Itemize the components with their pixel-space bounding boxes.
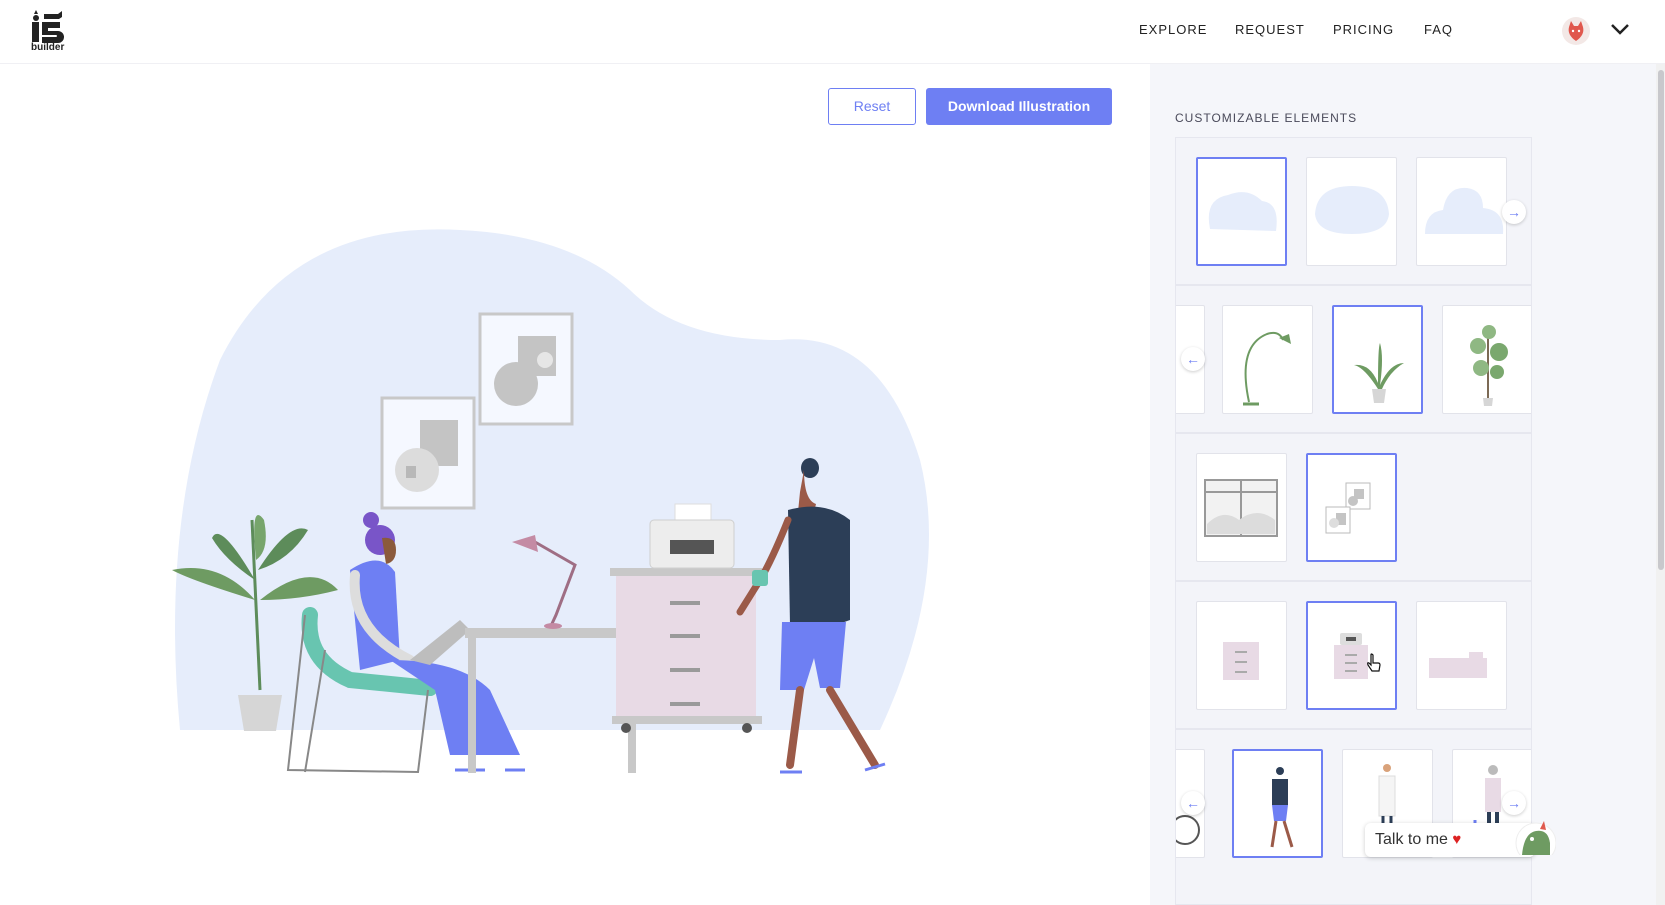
nav-request[interactable]: REQUEST [1235,22,1305,37]
reset-button[interactable]: Reset [828,88,916,125]
heart-icon: ♥ [1452,831,1462,848]
cabinet-option-3[interactable] [1416,601,1507,710]
character-element-group: ← → [1175,729,1532,905]
user-avatar-icon[interactable] [1562,17,1590,45]
download-illustration-button[interactable]: Download Illustration [926,88,1112,125]
background-option-1[interactable] [1196,157,1287,266]
tree-option[interactable] [1442,305,1531,414]
frames-option-selected[interactable] [1306,453,1397,562]
background-option-2[interactable] [1306,157,1397,266]
mouse-pointer-icon [1367,653,1381,672]
background-option-3[interactable] [1416,157,1507,266]
panel-title: CUSTOMIZABLE ELEMENTS [1175,111,1358,125]
cabinet-with-printer-option[interactable] [1306,601,1397,710]
arrow-left-icon[interactable]: ← [1181,347,1205,371]
nav-explore[interactable]: EXPLORE [1139,22,1207,37]
plant-option-selected[interactable] [1332,305,1423,414]
character-option-selected[interactable] [1232,749,1323,858]
plant-element-group: ← [1175,285,1532,433]
cabinet-option-1[interactable] [1196,601,1287,710]
arrow-right-icon[interactable]: → [1502,791,1526,815]
chat-label: Talk to me [1375,831,1448,848]
chevron-down-icon[interactable] [1610,22,1630,36]
window-option[interactable] [1196,453,1287,562]
background-element-group: → [1175,137,1532,285]
wall-art-element-group [1175,433,1532,581]
cabinet-element-group [1175,581,1532,729]
arrow-right-icon[interactable]: → [1502,200,1526,224]
chat-mascot-icon[interactable] [1510,815,1556,855]
logo-text: builder [31,42,65,53]
nav-pricing[interactable]: PRICING [1333,22,1394,37]
office-illustration [172,229,929,774]
arrow-left-icon[interactable]: ← [1181,791,1205,815]
panel-scrollbar-thumb[interactable] [1658,70,1664,570]
floor-lamp-option[interactable] [1222,305,1313,414]
nav-faq[interactable]: FAQ [1424,22,1453,37]
top-header: builder EXPLORE REQUEST PRICING FAQ [0,0,1665,64]
